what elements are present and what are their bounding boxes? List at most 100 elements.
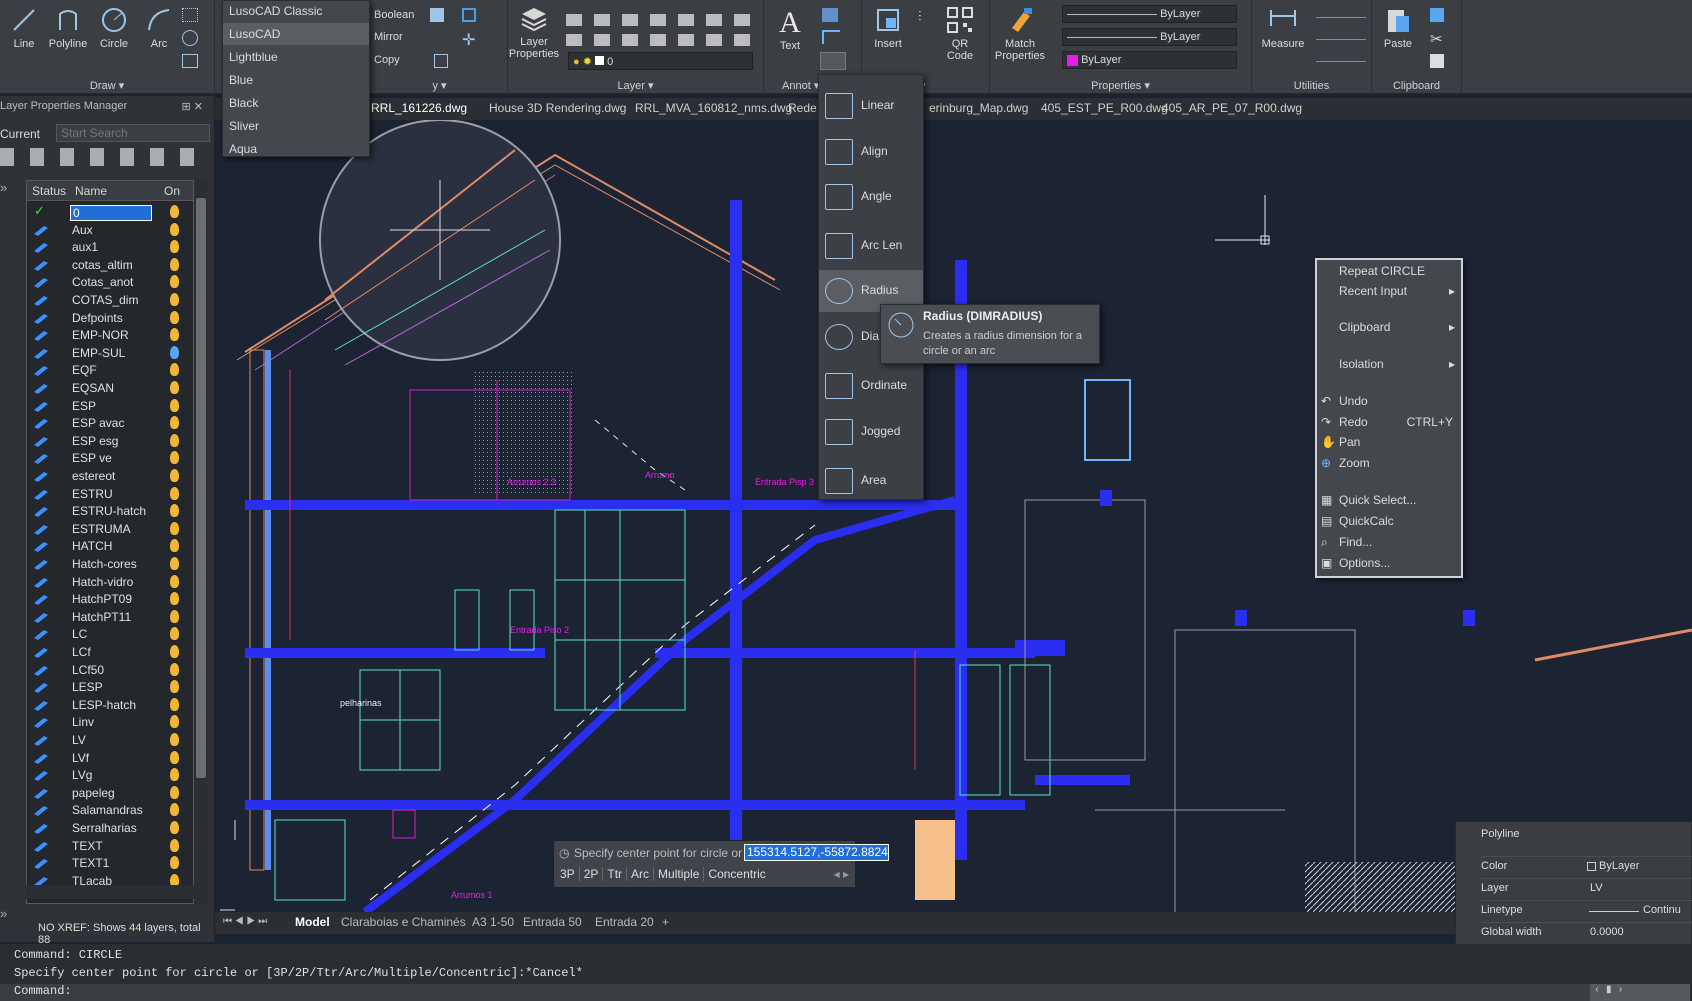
layer-row[interactable]: LVf: [30, 750, 190, 767]
column-status[interactable]: Status: [32, 184, 66, 198]
layer-row[interactable]: ✓ 0: [30, 204, 190, 221]
boolean-button[interactable]: Boolean: [374, 9, 414, 21]
command-input[interactable]: Command:: [0, 984, 1590, 1001]
lightbulb-icon[interactable]: [170, 697, 179, 711]
linetype-dropdown[interactable]: ByLayer: [1062, 5, 1237, 23]
lightbulb-icon[interactable]: [170, 856, 179, 870]
layer-row[interactable]: ESTRUMA: [30, 521, 190, 538]
lightbulb-icon[interactable]: [170, 486, 179, 500]
scroll-thumb[interactable]: [196, 198, 206, 778]
layer-row[interactable]: LCf: [30, 644, 190, 661]
paste-button[interactable]: Paste: [1376, 6, 1420, 50]
theme-item[interactable]: Sliver: [223, 115, 369, 137]
lightbulb-icon[interactable]: [170, 821, 179, 834]
lightbulb-icon[interactable]: [170, 680, 179, 694]
property-row[interactable]: Global width 0.0000: [1481, 922, 1692, 942]
lightbulb-icon[interactable]: [170, 293, 179, 306]
scale-icon[interactable]: [434, 54, 448, 68]
lightbulb-icon[interactable]: [170, 592, 179, 606]
leader-icon[interactable]: [822, 30, 840, 44]
dimension-item[interactable]: Arc Len: [819, 225, 923, 267]
layer-row[interactable]: TEXT1: [30, 855, 190, 872]
lightbulb-icon[interactable]: [170, 768, 179, 782]
layer-row[interactable]: ESTRU-hatch: [30, 503, 190, 520]
layer-row[interactable]: Serralharias: [30, 820, 190, 837]
block-edit-icon[interactable]: ⫶: [918, 8, 922, 25]
theme-item[interactable]: Lightblue: [223, 46, 369, 68]
option-3p[interactable]: 3P: [556, 867, 580, 881]
modify-group-label[interactable]: y ▾: [372, 79, 507, 92]
lightbulb-icon[interactable]: [170, 715, 179, 729]
lightbulb-icon[interactable]: [170, 504, 179, 518]
lightbulb-icon[interactable]: [170, 609, 179, 623]
layer-toolbar-icons[interactable]: [0, 148, 200, 166]
circle-button[interactable]: Circle: [92, 6, 136, 50]
collapse-icon[interactable]: »: [0, 906, 7, 921]
lightbulb-icon[interactable]: [170, 275, 179, 289]
lightbulb-icon[interactable]: [170, 205, 179, 218]
tab-model[interactable]: Model: [295, 915, 330, 929]
lightbulb-icon[interactable]: [170, 539, 179, 553]
layer-dropdown[interactable]: ● ✹ 0: [568, 52, 753, 70]
lightbulb-icon[interactable]: [170, 398, 179, 412]
layer-row[interactable]: ESP: [30, 398, 190, 415]
lightbulb-icon[interactable]: [170, 521, 179, 535]
column-name[interactable]: Name: [75, 184, 107, 198]
layer-row[interactable]: LVg: [30, 767, 190, 784]
theme-item[interactable]: LusoCAD Classic: [223, 0, 369, 22]
layer-group-label[interactable]: Layer ▾: [508, 79, 763, 92]
layer-row[interactable]: LV: [30, 732, 190, 749]
lightbulb-icon[interactable]: [170, 750, 179, 764]
doc-tab[interactable]: House 3D Rendering.dwg: [489, 101, 626, 115]
zoom-item[interactable]: ⊕ Zoom: [1317, 456, 1461, 470]
lightbulb-icon[interactable]: [170, 345, 179, 359]
lightbulb-icon[interactable]: [170, 381, 179, 394]
hatch-icon[interactable]: [182, 8, 198, 22]
layer-row[interactable]: EMP-SUL: [30, 345, 190, 362]
layout-tab[interactable]: Entrada 20: [595, 915, 654, 929]
layer-row[interactable]: Linv: [30, 714, 190, 731]
rectangle-icon[interactable]: [182, 54, 198, 68]
theme-item[interactable]: Aqua: [223, 138, 369, 160]
polyline-button[interactable]: Polyline: [46, 6, 90, 50]
quickcalc-item[interactable]: ▤ QuickCalc: [1317, 514, 1461, 528]
dimension-item[interactable]: Linear: [819, 85, 923, 127]
lightbulb-icon[interactable]: [170, 310, 179, 324]
repeat-circle-item[interactable]: Repeat CIRCLE: [1317, 264, 1461, 278]
layer-row[interactable]: HatchPT11: [30, 609, 190, 626]
mirror-button[interactable]: Mirror: [374, 31, 403, 43]
options-item[interactable]: ▣ Options...: [1317, 556, 1461, 570]
array-icon[interactable]: [430, 8, 444, 22]
layout-tab[interactable]: A3 1-50: [472, 915, 514, 929]
copy-icon[interactable]: [1430, 54, 1444, 68]
lightbulb-icon[interactable]: [170, 363, 179, 377]
doc-tab-active[interactable]: RRL_161226.dwg: [371, 101, 467, 115]
layer-tools-icons[interactable]: [566, 6, 756, 46]
lightbulb-icon[interactable]: [170, 257, 179, 271]
qr-code-button[interactable]: QR Code: [938, 6, 982, 62]
doc-tab[interactable]: erinburg_Map.dwg: [929, 101, 1028, 115]
command-scrollbar[interactable]: ‹ ▮ ›: [1590, 984, 1690, 1001]
lineweight-dropdown[interactable]: ByLayer: [1062, 28, 1237, 46]
tab-nav-arrows-icon[interactable]: ⏮ ◀ ▶ ⏭: [223, 916, 267, 927]
option-ttr[interactable]: Ttr: [603, 867, 628, 881]
layer-row[interactable]: papeleg: [30, 785, 190, 802]
doc-tab[interactable]: RRL_MVA_160812_nms.dwg: [635, 101, 792, 115]
arc-button[interactable]: Arc: [137, 6, 181, 50]
dimension-item[interactable]: Jogged: [819, 411, 923, 453]
insert-button[interactable]: Insert: [866, 6, 910, 50]
move-icon[interactable]: ✛: [462, 30, 478, 49]
layer-row[interactable]: ESP ve: [30, 450, 190, 467]
doc-tab[interactable]: 405_EST_PE_R00.dwg: [1041, 101, 1168, 115]
properties-group-label[interactable]: Properties ▾: [990, 79, 1251, 92]
dimension-dropdown-button[interactable]: [820, 52, 846, 70]
layer-row[interactable]: COTAS_dim: [30, 292, 190, 309]
drawing-canvas[interactable]: Arrumos 2.3 Entrada Pisp 3 Entrada Piso …: [215, 120, 1692, 912]
layer-row[interactable]: Cotas_anot: [30, 274, 190, 291]
doc-tab[interactable]: Rede: [788, 101, 817, 115]
theme-item[interactable]: Black: [223, 92, 369, 114]
palette-close-icon[interactable]: ⊞ ✕: [182, 100, 204, 113]
lightbulb-icon[interactable]: [170, 733, 179, 746]
option-multiple[interactable]: Multiple: [654, 867, 705, 881]
lightbulb-icon[interactable]: [170, 451, 179, 465]
